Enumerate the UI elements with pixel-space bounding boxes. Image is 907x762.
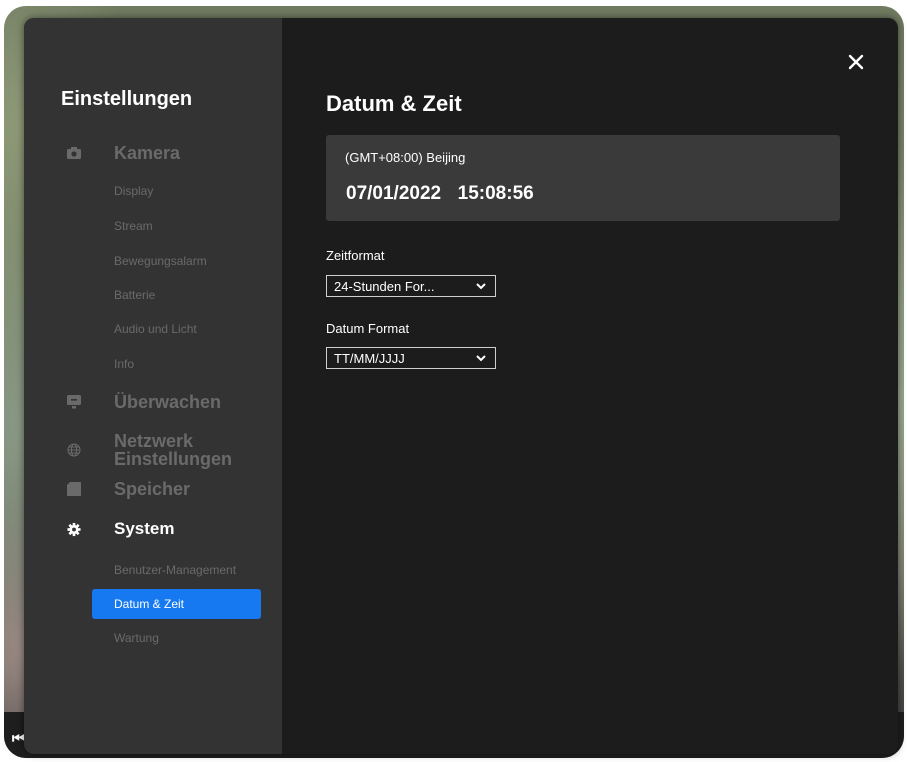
close-icon (848, 54, 864, 70)
chevron-down-icon (476, 355, 486, 362)
date-format-value: TT/MM/JJJJ (334, 350, 405, 366)
monitor-icon (67, 395, 81, 409)
sidebar-section-label: Kamera (114, 143, 181, 163)
sidebar-section-label-line1: Netzwerk (114, 431, 194, 451)
skip-previous-icon[interactable]: ⏮ (12, 731, 25, 745)
sidebar-section-storage[interactable]: Speicher (24, 479, 282, 499)
sidebar-section-label: Speicher (114, 479, 191, 499)
sidebar-item-audio-light[interactable]: Audio und Licht (114, 322, 197, 336)
close-button[interactable] (844, 50, 868, 74)
sidebar-title: Einstellungen (61, 88, 193, 110)
chevron-down-icon (476, 283, 486, 290)
globe-icon (67, 443, 81, 457)
current-datetime-panel: (GMT+08:00) Beijing 07/01/2022 15:08:56 (326, 135, 840, 221)
sidebar-item-user-management[interactable]: Benutzer-Management (114, 563, 236, 577)
sidebar-section-label-line2: Einstellungen (114, 449, 233, 469)
date-format-select[interactable]: TT/MM/JJJJ (326, 347, 496, 369)
current-datetime: 07/01/2022 15:08:56 (346, 183, 534, 204)
time-format-label: Zeitformat (326, 248, 385, 263)
sidebar-item-battery[interactable]: Batterie (114, 288, 155, 302)
date-format-label: Datum Format (326, 321, 410, 336)
sidebar-section-label: Überwachen (114, 392, 222, 412)
sidebar-section-monitor[interactable]: Überwachen (24, 392, 282, 412)
sidebar-section-network[interactable]: Netzwerk Einstellungen (24, 430, 282, 470)
page-title: Datum & Zeit (326, 91, 462, 116)
storage-icon (67, 482, 81, 496)
settings-dialog: Einstellungen Kamera Display Stream Bewe… (24, 18, 898, 754)
sidebar-item-motion-alarm[interactable]: Bewegungsalarm (114, 254, 207, 268)
gear-icon (67, 522, 81, 536)
time-format-select[interactable]: 24-Stunden For... (326, 275, 496, 297)
sidebar-section-label: System (114, 519, 175, 538)
sidebar-item-stream[interactable]: Stream (114, 219, 153, 233)
timezone-label: (GMT+08:00) Beijing (345, 150, 466, 165)
camera-icon (67, 146, 81, 160)
sidebar-item-date-time[interactable]: Datum & Zeit (92, 589, 261, 619)
sidebar-item-info[interactable]: Info (114, 357, 134, 371)
settings-sidebar: Einstellungen Kamera Display Stream Bewe… (24, 18, 282, 754)
time-format-value: 24-Stunden For... (334, 278, 435, 294)
sidebar-section-system[interactable]: System (24, 519, 282, 539)
sidebar-item-display[interactable]: Display (114, 184, 153, 198)
sidebar-section-camera[interactable]: Kamera (24, 143, 282, 163)
sidebar-item-maintenance[interactable]: Wartung (114, 631, 159, 645)
